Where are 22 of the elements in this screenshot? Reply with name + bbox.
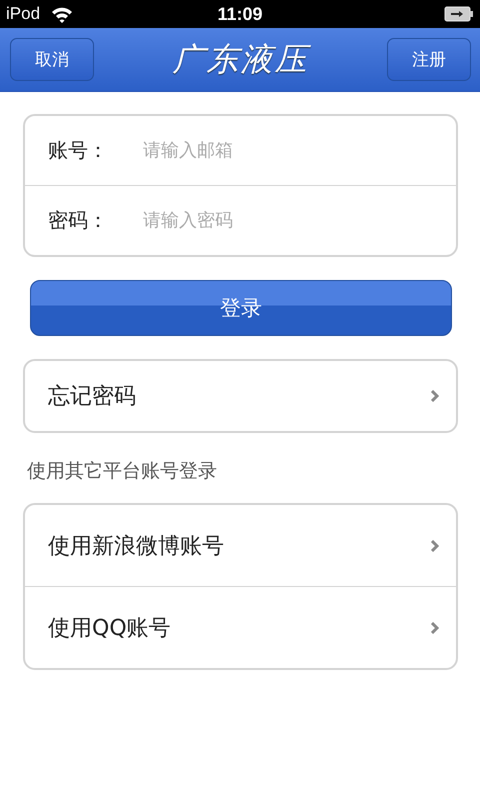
- menu-item[interactable]: 使用新浪微博账号: [25, 505, 456, 586]
- login-button[interactable]: 登录: [30, 280, 452, 336]
- device-name: iPod: [6, 4, 40, 24]
- field-label: 账号：: [48, 137, 109, 164]
- status-time: 11:09: [217, 4, 263, 24]
- menu-item-label: 使用QQ账号: [48, 614, 171, 642]
- register-button[interactable]: 注册: [387, 38, 471, 81]
- cancel-button[interactable]: 取消: [10, 38, 94, 81]
- menu-item[interactable]: 使用QQ账号: [25, 586, 456, 668]
- menu-item-label: 忘记密码: [48, 383, 136, 411]
- wifi-icon: [50, 5, 74, 23]
- chevron-icon: [431, 622, 439, 634]
- menu-item-label: 使用新浪微博账号: [48, 532, 224, 560]
- input-field[interactable]: 请输入密码: [143, 210, 423, 231]
- battery-icon: [444, 6, 474, 22]
- app-title: 广东液压: [172, 38, 308, 82]
- menu-item[interactable]: 忘记密码: [25, 361, 456, 431]
- section-label: 使用其它平台账号登录: [27, 459, 218, 484]
- field-label: 密码：: [48, 207, 109, 234]
- chevron-icon: [431, 540, 439, 552]
- input-field[interactable]: 请输入邮箱: [143, 140, 423, 161]
- chevron-icon: [431, 390, 439, 402]
